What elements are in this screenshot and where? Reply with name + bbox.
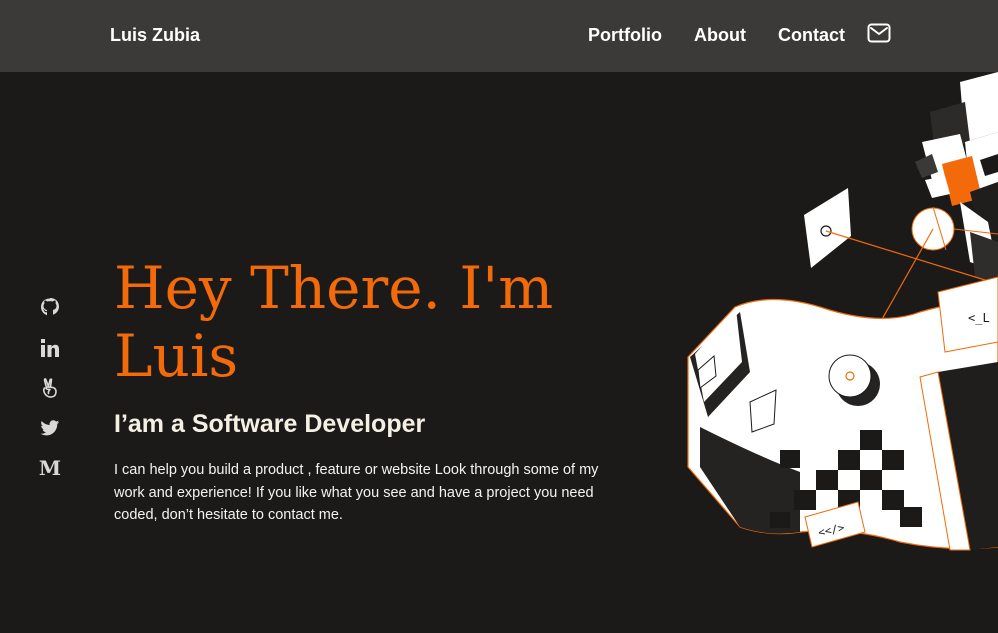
twitter-icon[interactable] <box>38 416 62 440</box>
hero-title-line-2: Luis <box>114 322 239 390</box>
social-links: M <box>38 296 62 480</box>
linkedin-icon[interactable] <box>38 336 62 360</box>
hero-description: I can help you build a product , feature… <box>114 462 599 523</box>
github-icon[interactable] <box>38 296 62 320</box>
nav-link-contact[interactable]: Contact <box>778 24 845 46</box>
nav-links: Portfolio About Contact <box>588 24 845 46</box>
brand-logo[interactable]: Luis Zubia <box>110 25 200 46</box>
hero-subtitle: I’am a Software Developer <box>114 410 426 438</box>
hero-illustration: <_L <</> <box>687 72 998 551</box>
hero-title: Hey There. I'm Luis <box>114 254 584 390</box>
medium-icon[interactable]: M <box>38 456 62 480</box>
checker-cluster <box>915 72 998 282</box>
navbar: Luis Zubia Portfolio About Contact <box>0 0 998 72</box>
nav-link-about[interactable]: About <box>694 24 746 46</box>
hero-title-line-1: Hey There. I'm <box>114 254 554 322</box>
angellist-icon[interactable] <box>38 376 62 400</box>
card-shape <box>804 188 851 268</box>
mail-icon[interactable] <box>867 23 891 43</box>
nav-link-portfolio[interactable]: Portfolio <box>588 24 662 46</box>
code-tag-1: <_L <box>968 311 990 325</box>
medium-glyph: M <box>38 456 62 480</box>
circle-node-2 <box>828 354 872 398</box>
